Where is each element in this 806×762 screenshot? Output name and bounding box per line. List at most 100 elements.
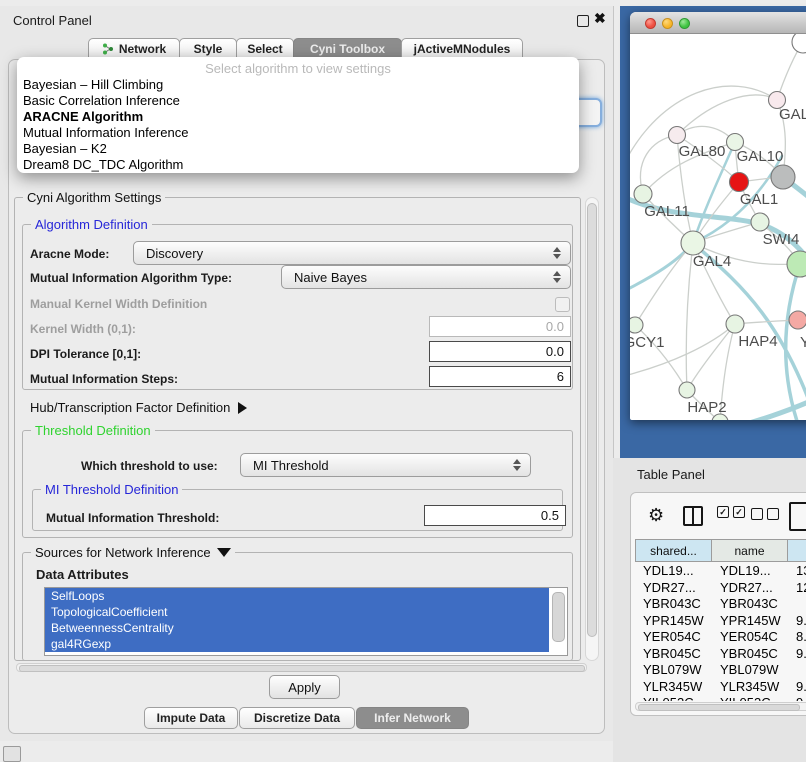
column-header-2[interactable]: name: [712, 539, 788, 562]
network-edge[interactable]: [635, 243, 693, 325]
mi-steps-value: 6: [557, 369, 570, 384]
close-icon[interactable]: ✖: [594, 10, 606, 27]
settings-scrollbar[interactable]: [585, 197, 599, 661]
combo-arrows-icon: [548, 271, 570, 283]
column-header-1[interactable]: shared...: [635, 539, 712, 562]
tab-label: Style: [194, 42, 223, 56]
table-cell: 9.: [796, 679, 806, 696]
attributes-scrollbar-thumb[interactable]: [552, 592, 565, 642]
mi-algorithm-type-label: Mutual Information Algorithm Type:: [30, 271, 232, 285]
table-row[interactable]: YBL079WYBL079W: [635, 662, 806, 679]
apply-button[interactable]: Apply: [269, 675, 340, 699]
table-cell: YPR145W: [720, 613, 781, 630]
data-attributes-list[interactable]: SelfLoopsTopologicalCoefficientBetweenne…: [44, 587, 568, 656]
mi-algorithm-type-select[interactable]: Naive Bayes: [281, 265, 571, 289]
hub-definition-expander[interactable]: Hub/Transcription Factor Definition: [30, 400, 247, 415]
algorithm-option[interactable]: Bayesian – Hill Climbing: [23, 77, 563, 93]
which-threshold-select[interactable]: MI Threshold: [240, 453, 531, 477]
algorithm-option[interactable]: ARACNE Algorithm: [23, 109, 563, 125]
aracne-mode-select[interactable]: Discovery: [133, 241, 571, 265]
attribute-item[interactable]: SelfLoops: [45, 588, 549, 604]
gear-icon[interactable]: ⚙: [648, 506, 664, 524]
table-cell: YDL19...: [720, 563, 771, 580]
tab-jactivemnodules[interactable]: jActiveMNodules: [401, 38, 523, 59]
table-row[interactable]: YDL19...YDL19...13: [635, 563, 806, 580]
network-node-label: Y: [800, 334, 806, 351]
close-traffic-light-icon[interactable]: [645, 18, 656, 29]
network-node-label: SWI4: [763, 231, 800, 248]
network-node[interactable]: [681, 231, 705, 255]
table-row[interactable]: YDR27...YDR27...12: [635, 580, 806, 597]
attribute-item[interactable]: TopologicalCoefficient: [45, 604, 549, 620]
network-node-label: GAL2: [779, 106, 806, 123]
dpi-tolerance-field[interactable]: 0.0: [429, 341, 571, 362]
tab-impute-data[interactable]: Impute Data: [144, 707, 238, 729]
network-node[interactable]: [679, 382, 695, 398]
network-canvas[interactable]: GAL2GAL80GAL10GAL1GAL11SWI4GAL4GCY1HAP4Y…: [630, 34, 806, 420]
network-node[interactable]: [792, 34, 806, 53]
mi-threshold-label: Mutual Information Threshold:: [46, 511, 219, 525]
network-node[interactable]: [771, 165, 795, 189]
table-cell: YBR043C: [643, 596, 701, 613]
network-node[interactable]: [630, 317, 643, 333]
network-edge-thick[interactable]: [786, 264, 800, 420]
settings-hscrollbar-thumb[interactable]: [19, 665, 585, 672]
tab-network[interactable]: Network: [88, 38, 180, 59]
table-cell: YLR345W: [643, 679, 702, 696]
threshold-definition-title: Threshold Definition: [31, 423, 155, 438]
algorithm-option[interactable]: Basic Correlation Inference: [23, 93, 563, 109]
table-row[interactable]: YPR145WYPR145W9.: [635, 613, 806, 630]
table-cell: 9.: [796, 613, 806, 630]
network-window-titlebar[interactable]: [630, 12, 806, 34]
attribute-item[interactable]: BetweennessCentrality: [45, 620, 549, 636]
table-row[interactable]: YLR345WYLR345W9.: [635, 679, 806, 696]
expand-right-icon: [238, 402, 247, 414]
unchecked-columns-icon[interactable]: [751, 508, 779, 520]
network-node[interactable]: [751, 213, 769, 231]
network-node[interactable]: [787, 251, 806, 277]
network-edge[interactable]: [677, 95, 777, 135]
node-table: shared...nameA YDL19...YDL19...13YDR27..…: [635, 539, 806, 701]
table-cell: YDL19...: [643, 563, 694, 580]
table-hscrollbar-thumb[interactable]: [638, 704, 800, 711]
table-row[interactable]: YER054CYER054C8.: [635, 629, 806, 646]
algorithm-option[interactable]: Mutual Information Inference: [23, 125, 563, 141]
tab-infer-network[interactable]: Infer Network: [356, 707, 469, 729]
tab-style[interactable]: Style: [179, 38, 237, 59]
mi-steps-label: Mutual Information Steps:: [30, 372, 178, 386]
table-hscrollbar[interactable]: [635, 702, 806, 711]
zoom-traffic-light-icon[interactable]: [679, 18, 690, 29]
network-node[interactable]: [730, 173, 749, 192]
mi-algorithm-type-value: Naive Bayes: [282, 270, 548, 285]
network-node[interactable]: [634, 185, 652, 203]
panel-corner-button[interactable]: [3, 746, 21, 762]
table-row[interactable]: YIL052CYIL052C9: [635, 695, 806, 701]
manual-kernel-checkbox[interactable]: [555, 297, 570, 312]
kernel-width-field[interactable]: 0.0: [429, 316, 571, 337]
float-icon[interactable]: [577, 15, 589, 27]
network-node[interactable]: [669, 127, 686, 144]
document-icon[interactable]: [789, 502, 806, 531]
settings-scrollbar-thumb[interactable]: [587, 203, 597, 637]
mi-threshold-field[interactable]: 0.5: [424, 505, 566, 526]
column-header-3[interactable]: A: [788, 539, 806, 562]
split-columns-icon[interactable]: [683, 506, 703, 526]
attribute-item[interactable]: gal4RGexp: [45, 636, 549, 652]
table-cell: YBR045C: [643, 646, 701, 663]
algorithm-option[interactable]: Bayesian – K2: [23, 141, 563, 157]
table-cell: YBR045C: [720, 646, 778, 663]
minimize-traffic-light-icon[interactable]: [662, 18, 673, 29]
network-node[interactable]: [789, 311, 806, 329]
table-row[interactable]: YBR045CYBR045C9.: [635, 646, 806, 663]
tab-select[interactable]: Select: [236, 38, 294, 59]
tab-discretize-data[interactable]: Discretize Data: [239, 707, 355, 729]
network-node[interactable]: [726, 315, 744, 333]
algorithm-option[interactable]: Dream8 DC_TDC Algorithm: [23, 157, 563, 173]
tab-label: Cyni Toolbox: [310, 42, 385, 56]
settings-hscrollbar[interactable]: [16, 663, 587, 672]
mi-steps-field[interactable]: 6: [429, 366, 571, 387]
table-row[interactable]: YBR043CYBR043C: [635, 596, 806, 613]
checked-columns-icon[interactable]: ✓✓: [717, 506, 745, 518]
tab-cyni-toolbox[interactable]: Cyni Toolbox: [293, 38, 402, 59]
sources-title-row[interactable]: Sources for Network Inference: [31, 545, 235, 560]
